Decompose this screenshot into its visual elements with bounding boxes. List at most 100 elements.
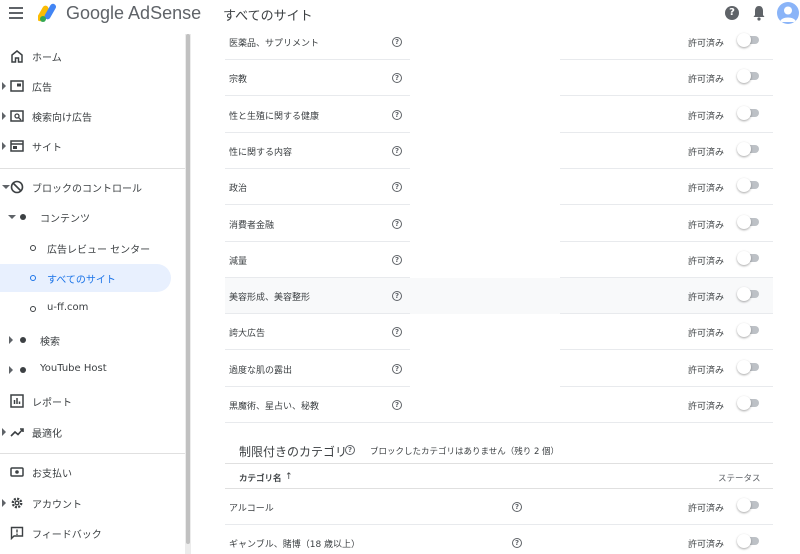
expand-arrow-icon[interactable] — [9, 366, 13, 374]
home-icon — [11, 50, 23, 63]
help-circle-icon[interactable]: ? — [512, 538, 522, 548]
collapse-arrow-icon[interactable] — [2, 185, 10, 189]
sidebar-item-label: フィードバック — [32, 530, 102, 541]
sidebar-item-optimization[interactable]: 最適化 — [0, 418, 185, 446]
category-name: 政治 — [229, 184, 248, 195]
category-name: 宗教 — [229, 75, 248, 86]
category-status: 許可済み — [688, 111, 725, 122]
sidebar-item-home[interactable]: ホーム — [0, 42, 185, 70]
sidebar-item-site-u-ff[interactable]: u-ff.com — [0, 295, 185, 323]
sidebar-item-search-ads[interactable]: 検索向け広告 — [0, 102, 185, 130]
hamburger-menu-icon[interactable] — [9, 7, 23, 19]
sidebar-item-ads[interactable]: 広告 — [0, 72, 185, 100]
category-toggle[interactable] — [737, 178, 759, 193]
help-circle-icon[interactable]: ? — [392, 254, 402, 265]
expand-arrow-icon[interactable] — [2, 499, 6, 507]
expand-arrow-icon[interactable] — [9, 336, 13, 344]
row-divider — [225, 422, 773, 423]
help-circle-icon[interactable]: ? — [392, 145, 402, 156]
sidebar-item-payments[interactable]: お支払い — [0, 458, 185, 486]
sidebar-item-label: YouTube Host — [40, 363, 107, 374]
adsense-logo-icon — [38, 3, 56, 22]
category-row: アルコール? 許可済み — [225, 489, 773, 525]
toggle-knob — [737, 105, 751, 120]
expand-arrow-icon[interactable] — [2, 112, 6, 120]
toggle-knob — [737, 287, 751, 302]
category-name: 美容形成、美容整形 — [229, 293, 311, 304]
column-header-category-name[interactable]: カテゴリ名 — [239, 472, 282, 484]
sidebar-item-sites[interactable]: サイト — [0, 132, 185, 160]
category-row: 誇大広告? 許可済み — [225, 314, 773, 351]
sidebar-item-search[interactable]: 検索 — [0, 326, 185, 354]
category-toggle[interactable] — [737, 105, 759, 120]
category-toggle[interactable] — [737, 498, 759, 512]
expand-arrow-icon[interactable] — [2, 142, 6, 150]
category-toggle[interactable] — [737, 33, 759, 47]
sidebar-item-label: ブロックのコントロール — [32, 184, 142, 195]
ads-icon — [10, 80, 24, 92]
sidebar-item-label: 広告 — [32, 83, 52, 94]
help-circle-icon[interactable]: ? — [392, 218, 402, 229]
category-status: 許可済み — [688, 329, 725, 340]
sort-ascending-icon[interactable]: ↑ — [285, 472, 293, 482]
category-toggle[interactable] — [737, 534, 759, 548]
category-row: 減量? 許可済み — [225, 242, 773, 278]
sidebar-item-account[interactable]: アカウント — [0, 489, 185, 517]
category-name: 誇大広告 — [229, 329, 266, 340]
block-icon — [10, 180, 24, 194]
sidebar-item-ad-review-center[interactable]: 広告レビュー センター — [0, 234, 185, 262]
help-circle-icon[interactable]: ? — [392, 37, 402, 47]
notifications-bell-icon[interactable] — [752, 5, 766, 21]
sidebar-scrollbar-thumb[interactable] — [186, 34, 190, 544]
account-avatar[interactable] — [777, 2, 799, 24]
category-toggle[interactable] — [737, 396, 759, 410]
sidebar-divider — [0, 168, 185, 169]
help-circle-icon[interactable]: ? — [392, 363, 402, 374]
help-circle-icon[interactable]: ? — [512, 502, 522, 512]
sidebar-item-all-sites[interactable]: すべてのサイト — [0, 264, 171, 292]
category-row: 医薬品、サプリメント? 許可済み — [225, 24, 773, 60]
category-row: ギャンブル、賭博（18 歳以上）? 許可済み — [225, 525, 773, 554]
category-name: 過度な肌の露出 — [229, 365, 293, 376]
help-circle-icon[interactable]: ? — [392, 109, 402, 120]
collapse-arrow-icon[interactable] — [8, 215, 16, 219]
category-row: 性と生殖に関する健康? 許可済み — [225, 97, 773, 133]
category-row: 宗教? 許可済み — [225, 60, 773, 97]
sidebar-item-blocking-controls[interactable]: ブロックのコントロール — [0, 173, 185, 201]
expand-arrow-icon[interactable] — [2, 428, 6, 436]
category-toggle[interactable] — [737, 359, 759, 374]
toggle-knob — [737, 141, 751, 156]
help-circle-icon[interactable]: ? — [392, 400, 402, 410]
ring-icon — [30, 306, 36, 312]
category-toggle[interactable] — [737, 323, 759, 338]
category-status: 許可済み — [688, 39, 725, 49]
sidebar-item-content[interactable]: コンテンツ — [0, 203, 185, 231]
expand-arrow-icon[interactable] — [2, 82, 6, 90]
help-circle-icon[interactable]: ? — [392, 291, 402, 302]
help-circle-icon[interactable]: ? — [345, 445, 355, 455]
sidebar: ホーム 広告 検索向け広告 サイト ブロックのコントロール コンテンツ 広告レビ… — [0, 30, 185, 554]
toggle-knob — [737, 69, 751, 84]
sidebar-item-feedback[interactable]: フィードバック — [0, 519, 185, 547]
help-circle-icon[interactable]: ? — [392, 182, 402, 193]
page-title: すべてのサイト — [223, 9, 313, 24]
help-icon[interactable]: ? — [725, 6, 739, 20]
category-toggle[interactable] — [737, 250, 759, 265]
restricted-categories-note: ブロックしたカテゴリはありません（残り 2 個） — [370, 447, 560, 457]
category-row: 消費者金融? 許可済み — [225, 206, 773, 242]
category-toggle[interactable] — [737, 69, 759, 84]
sidebar-item-reports[interactable]: レポート — [0, 387, 185, 415]
category-toggle[interactable] — [737, 214, 759, 229]
category-toggle[interactable] — [737, 141, 759, 156]
toggle-knob — [737, 323, 751, 338]
reports-icon — [10, 394, 24, 408]
category-toggle[interactable] — [737, 287, 759, 302]
sidebar-item-label: アカウント — [32, 500, 82, 511]
help-circle-icon[interactable]: ? — [392, 73, 402, 84]
sidebar-item-youtube-host[interactable]: YouTube Host — [0, 356, 185, 384]
sidebar-divider — [0, 453, 185, 454]
help-circle-icon[interactable]: ? — [392, 327, 402, 338]
sidebar-item-label: 最適化 — [32, 429, 62, 440]
category-status: 許可済み — [688, 402, 725, 412]
sidebar-item-label: ホーム — [32, 53, 62, 64]
